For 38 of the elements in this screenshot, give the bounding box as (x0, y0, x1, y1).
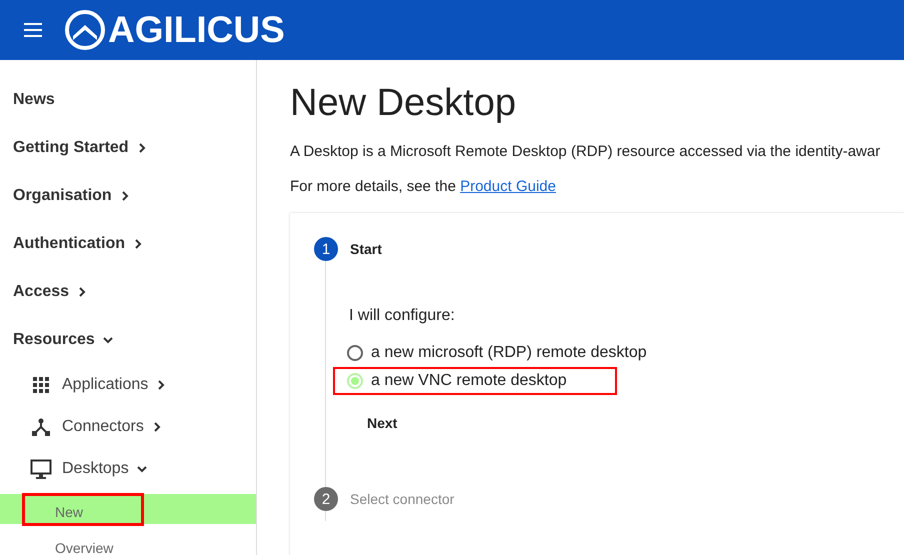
logo-icon (64, 9, 106, 51)
next-button[interactable]: Next (359, 409, 406, 437)
nav-item[interactable]: Organisation (0, 172, 256, 220)
details-text: For more details, see the Product Guide (290, 178, 557, 195)
nav-item[interactable]: Resources (0, 316, 256, 364)
chevron-icon (136, 464, 147, 474)
radio-option[interactable]: a new VNC remote desktop (333, 367, 617, 395)
nav-subitem[interactable]: Connectors (0, 406, 256, 448)
monitor-icon (30, 459, 52, 479)
nav-subitem[interactable]: New (0, 494, 256, 524)
nav-item[interactable]: Access (0, 268, 256, 316)
chevron-icon (120, 191, 130, 201)
nav-item[interactable]: Authentication (0, 220, 256, 268)
step-number: 1 (314, 237, 338, 261)
description: A Desktop is a Microsoft Remote Desktop (RDP) resource accessed via the identity-awar (290, 143, 882, 160)
radio-option[interactable]: a new microsoft (RDP) remote desktop (333, 339, 697, 367)
chevron-icon (156, 380, 166, 390)
chevron-icon (152, 422, 162, 432)
logo-text: AGILICUS (108, 9, 285, 51)
menu-icon[interactable] (24, 23, 42, 37)
product-guide-link[interactable]: Product Guide (460, 178, 556, 195)
chevron-icon (136, 143, 147, 153)
chevron-icon (102, 335, 113, 345)
chevron-icon (133, 239, 143, 249)
nav-subitem[interactable]: Desktops (0, 448, 256, 490)
question-text: I will configure: (349, 307, 456, 325)
nav-item[interactable]: News (0, 76, 256, 124)
nav-subitem[interactable]: Applications (0, 364, 256, 406)
grid-icon (30, 376, 52, 394)
nav-subitem[interactable]: Overview (0, 530, 256, 555)
step-label[interactable]: Start (350, 241, 382, 257)
nav-item[interactable]: Getting Started (0, 124, 256, 172)
network-icon (30, 417, 52, 437)
step-label[interactable]: Select connector (350, 491, 454, 507)
page-title: New Desktop (290, 82, 517, 125)
radio-button[interactable] (347, 345, 363, 361)
chevron-icon (77, 287, 88, 297)
step-number: 2 (314, 487, 338, 511)
